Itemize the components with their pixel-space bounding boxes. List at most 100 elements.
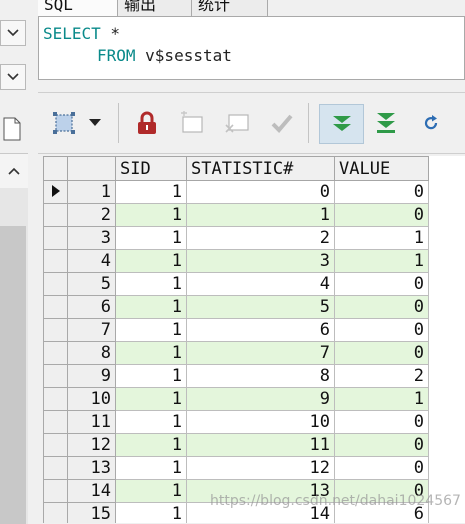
cell-statistic[interactable]: 6	[186, 318, 335, 342]
tab-statistics[interactable]: 统计	[192, 0, 268, 16]
table-row[interactable]: 4131	[43, 249, 429, 273]
row-number[interactable]: 2	[67, 203, 116, 227]
cell-statistic[interactable]: 2	[186, 226, 335, 250]
header-corner[interactable]	[43, 156, 68, 181]
row-indicator[interactable]	[43, 433, 68, 457]
row-number[interactable]: 7	[67, 318, 116, 342]
fetch-last-page-button[interactable]	[369, 106, 403, 140]
fetch-next-page-button[interactable]	[319, 104, 364, 144]
table-row[interactable]: 7160	[43, 318, 429, 342]
row-indicator[interactable]	[43, 295, 68, 319]
row-indicator[interactable]	[43, 272, 68, 296]
cell-statistic[interactable]: 14	[186, 502, 335, 523]
cell-value[interactable]: 6	[334, 502, 429, 523]
table-row[interactable]: 6150	[43, 295, 429, 319]
row-indicator[interactable]	[43, 502, 68, 523]
cell-sid[interactable]: 1	[115, 203, 187, 227]
cell-sid[interactable]: 1	[115, 364, 187, 388]
row-number[interactable]: 8	[67, 341, 116, 365]
row-indicator[interactable]	[43, 341, 68, 365]
cell-sid[interactable]: 1	[115, 456, 187, 480]
scroll-up-button[interactable]	[0, 154, 28, 188]
cell-sid[interactable]: 1	[115, 249, 187, 273]
table-row[interactable]: 3121	[43, 226, 429, 250]
table-row[interactable]: 2110	[43, 203, 429, 227]
table-row[interactable]: 8170	[43, 341, 429, 365]
insert-record-button[interactable]	[175, 106, 209, 140]
row-number[interactable]: 14	[67, 479, 116, 503]
row-number[interactable]: 4	[67, 249, 116, 273]
row-indicator[interactable]	[43, 226, 68, 250]
row-indicator[interactable]	[43, 249, 68, 273]
column-header-statistic[interactable]: STATISTIC#	[186, 156, 335, 181]
select-dropdown-button[interactable]	[82, 106, 108, 140]
cell-statistic[interactable]: 0	[186, 180, 335, 204]
cell-value[interactable]: 0	[334, 410, 429, 434]
column-header-value[interactable]: VALUE	[334, 156, 429, 181]
row-number[interactable]: 11	[67, 410, 116, 434]
cell-value[interactable]: 0	[334, 295, 429, 319]
row-indicator[interactable]	[43, 456, 68, 480]
cell-value[interactable]: 1	[334, 226, 429, 250]
table-row[interactable]: 15 1 14 6	[43, 502, 429, 523]
table-row[interactable]: 9182	[43, 364, 429, 388]
table-row[interactable]: 10 1 9 1	[43, 387, 429, 411]
lock-button[interactable]	[130, 106, 164, 140]
row-indicator[interactable]	[43, 180, 68, 204]
post-edit-button[interactable]	[265, 106, 299, 140]
cell-sid[interactable]: 1	[115, 180, 187, 204]
cell-sid[interactable]: 1	[115, 318, 187, 342]
cell-statistic[interactable]: 4	[186, 272, 335, 296]
cell-statistic[interactable]: 11	[186, 433, 335, 457]
row-number[interactable]: 9	[67, 364, 116, 388]
cell-sid[interactable]: 1	[115, 226, 187, 250]
cell-statistic[interactable]: 10	[186, 410, 335, 434]
cell-value[interactable]: 0	[334, 180, 429, 204]
cell-value[interactable]: 0	[334, 341, 429, 365]
new-document-button[interactable]	[1, 115, 23, 143]
cell-sid[interactable]: 1	[115, 433, 187, 457]
row-number[interactable]: 6	[67, 295, 116, 319]
table-row[interactable]: 5140	[43, 272, 429, 296]
header-rownum[interactable]	[67, 156, 116, 181]
table-row[interactable]: 14 1 13 0	[43, 479, 429, 503]
row-indicator[interactable]	[43, 364, 68, 388]
cell-statistic[interactable]: 8	[186, 364, 335, 388]
select-grid-button[interactable]	[47, 106, 81, 140]
cell-sid[interactable]: 1	[115, 479, 187, 503]
cell-statistic[interactable]: 7	[186, 341, 335, 365]
cell-statistic[interactable]: 13	[186, 479, 335, 503]
cell-statistic[interactable]: 12	[186, 456, 335, 480]
table-row[interactable]: 1100	[43, 180, 429, 204]
cell-value[interactable]: 0	[334, 433, 429, 457]
result-grid[interactable]: SID STATISTIC# VALUE 1100211031214131514…	[43, 156, 465, 523]
refresh-button[interactable]	[414, 106, 448, 140]
cell-sid[interactable]: 1	[115, 387, 187, 411]
row-indicator[interactable]	[43, 387, 68, 411]
cell-sid[interactable]: 1	[115, 502, 187, 523]
cell-value[interactable]: 1	[334, 387, 429, 411]
cell-sid[interactable]: 1	[115, 272, 187, 296]
table-row[interactable]: 13 1 12 0	[43, 456, 429, 480]
row-number[interactable]: 5	[67, 272, 116, 296]
cell-sid[interactable]: 1	[115, 341, 187, 365]
chevron-down-button-2[interactable]	[0, 64, 26, 90]
splitter[interactable]	[38, 80, 465, 92]
column-header-sid[interactable]: SID	[115, 156, 187, 181]
row-indicator[interactable]	[43, 479, 68, 503]
row-indicator[interactable]	[43, 318, 68, 342]
table-row[interactable]: 11 1 10 0	[43, 410, 429, 434]
cell-statistic[interactable]: 9	[186, 387, 335, 411]
cell-value[interactable]: 2	[334, 364, 429, 388]
sql-editor[interactable]: SELECT * FROM v$sesstat	[38, 16, 465, 80]
table-row[interactable]: 12 1 11 0	[43, 433, 429, 457]
cell-statistic[interactable]: 5	[186, 295, 335, 319]
cell-value[interactable]: 1	[334, 249, 429, 273]
row-number[interactable]: 13	[67, 456, 116, 480]
row-number[interactable]: 12	[67, 433, 116, 457]
cell-sid[interactable]: 1	[115, 295, 187, 319]
row-indicator[interactable]	[43, 203, 68, 227]
row-number[interactable]: 1	[67, 180, 116, 204]
cell-sid[interactable]: 1	[115, 410, 187, 434]
row-number[interactable]: 15	[67, 502, 116, 523]
